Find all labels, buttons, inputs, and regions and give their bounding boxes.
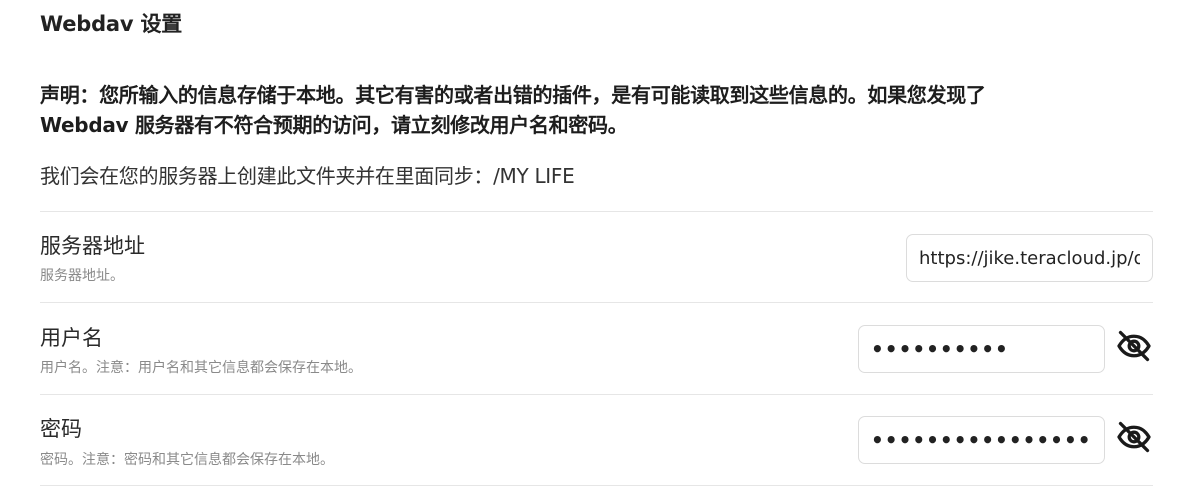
divider [40,394,1153,395]
sync-folder-info: 我们会在您的服务器上创建此文件夹并在里面同步：/MY LIFE [40,164,575,188]
webdav-settings-page: Webdav 设置 声明：您所输入的信息存储于本地。其它有害的或者出错的插件，是… [0,0,1188,498]
eye-off-icon [1117,330,1151,362]
section-heading: Webdav 设置 [40,12,183,36]
security-notice: 声明：您所输入的信息存储于本地。其它有害的或者出错的插件，是有可能读取到这些信息… [40,80,1150,140]
notice-line-2: Webdav 服务器有不符合预期的访问，请立刻修改用户名和密码。 [40,113,628,137]
divider [40,302,1153,303]
divider [40,485,1153,486]
divider [40,211,1153,212]
username-input[interactable] [858,325,1105,373]
toggle-username-visibility-button[interactable] [1114,326,1154,366]
notice-line-1: 声明：您所输入的信息存储于本地。其它有害的或者出错的插件，是有可能读取到这些信息… [40,83,986,107]
toggle-password-visibility-button[interactable] [1114,417,1154,457]
username-description: 用户名。注意：用户名和其它信息都会保存在本地。 [40,360,362,376]
password-input[interactable] [858,416,1105,464]
server-address-input[interactable] [906,234,1153,282]
password-description: 密码。注意：密码和其它信息都会保存在本地。 [40,452,334,468]
eye-off-icon [1117,421,1151,453]
password-label: 密码 [40,417,82,441]
server-address-description: 服务器地址。 [40,268,124,284]
server-address-label: 服务器地址 [40,234,145,258]
username-label: 用户名 [40,326,103,350]
